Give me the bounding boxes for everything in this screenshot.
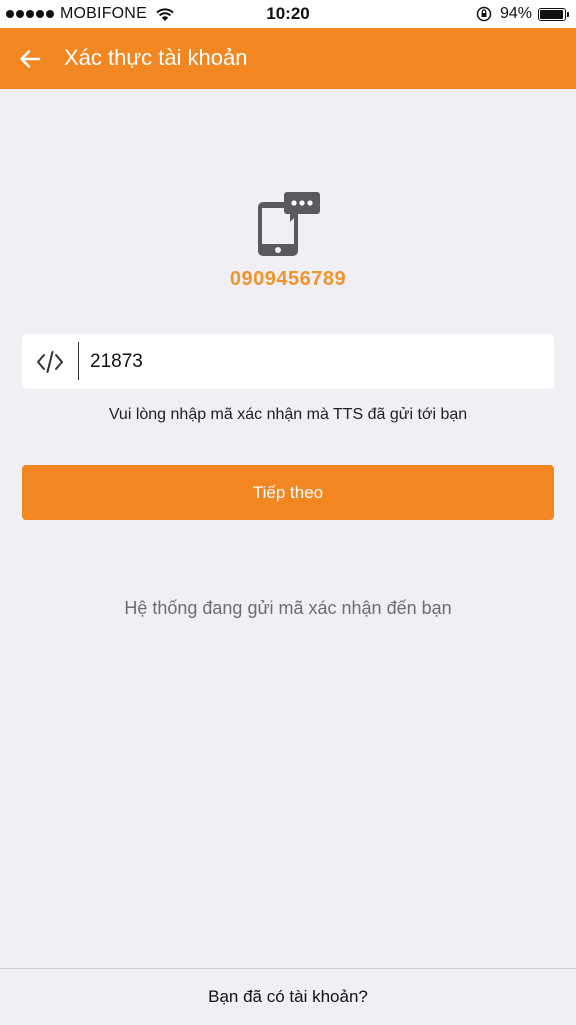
phone-sms-icon bbox=[258, 192, 320, 256]
verification-code-input[interactable] bbox=[90, 334, 540, 389]
login-link[interactable]: Bạn đã có tài khoản? bbox=[0, 987, 576, 1007]
battery-fill bbox=[540, 9, 563, 19]
sending-status-text: Hệ thống đang gửi mã xác nhận đến bạn bbox=[124, 598, 452, 618]
battery-tip bbox=[567, 11, 569, 17]
page-title: Xác thực tài khoản bbox=[64, 45, 248, 70]
nav-bar: Xác thực tài khoản bbox=[0, 28, 576, 89]
footer: Bạn đã có tài khoản? bbox=[0, 968, 576, 1025]
status-bar-right: 94% bbox=[476, 4, 569, 24]
battery-icon bbox=[538, 7, 569, 21]
back-button[interactable] bbox=[14, 44, 46, 74]
status-bar: MOBIFONE 10:20 94% bbox=[0, 0, 576, 28]
hint-text: Vui lòng nhập mã xác nhận mà TTS đã gửi … bbox=[108, 406, 468, 423]
arrow-left-icon bbox=[20, 50, 41, 68]
input-divider bbox=[78, 342, 79, 380]
rotation-lock-icon bbox=[476, 6, 492, 22]
code-icon bbox=[37, 351, 63, 373]
next-button[interactable]: Tiếp theo bbox=[22, 465, 554, 520]
code-input-box[interactable] bbox=[22, 334, 554, 389]
phone-number: 0909456789 bbox=[229, 268, 347, 290]
battery-percent: 94% bbox=[499, 5, 532, 22]
